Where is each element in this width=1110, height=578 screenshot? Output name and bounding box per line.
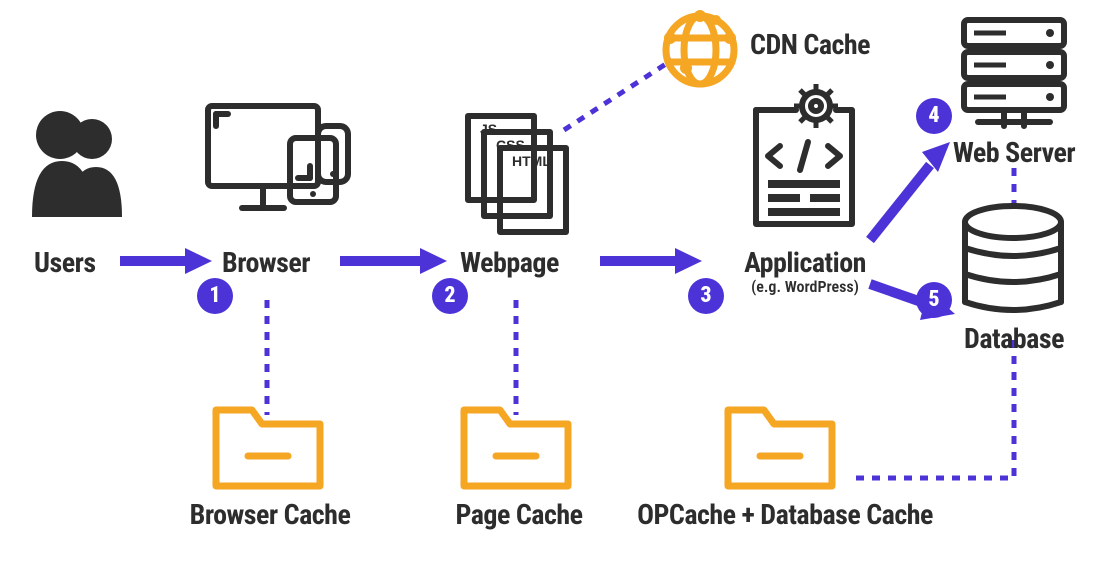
step-badge-4: 4 <box>916 98 952 134</box>
server-icon <box>958 14 1070 134</box>
file-js-label: JS <box>480 121 497 137</box>
files-icon: JS CSS HTML <box>460 108 580 228</box>
globe-icon <box>660 10 740 90</box>
folder-icon <box>456 398 576 498</box>
file-html-label: HTML <box>512 153 551 169</box>
page-cache-label: Page Cache <box>444 498 594 531</box>
webpage-label: Webpage <box>460 246 559 279</box>
application-label: Application <box>710 246 900 279</box>
users-label: Users <box>34 246 96 279</box>
step-badge-1: 1 <box>197 278 233 314</box>
users-icon <box>30 105 125 220</box>
application-sublabel: (e.g. WordPress) <box>710 277 900 296</box>
file-css-label: CSS <box>496 137 525 153</box>
devices-icon <box>202 100 352 230</box>
step-badge-2: 2 <box>432 278 468 314</box>
cdn-label: CDN Cache <box>750 28 870 61</box>
step-badge-3: 3 <box>688 278 724 314</box>
database-label: Database <box>958 322 1070 355</box>
browser-cache-label: Browser Cache <box>180 498 360 531</box>
folder-icon <box>208 398 328 498</box>
browser-label: Browser <box>222 246 310 279</box>
code-gear-icon <box>744 92 864 232</box>
database-icon <box>956 202 1070 322</box>
step-badge-5: 5 <box>916 282 952 318</box>
opdb-cache-label: OPCache + Database Cache <box>620 498 950 531</box>
folder-icon <box>720 398 840 498</box>
webserver-label: Web Server <box>944 136 1084 169</box>
